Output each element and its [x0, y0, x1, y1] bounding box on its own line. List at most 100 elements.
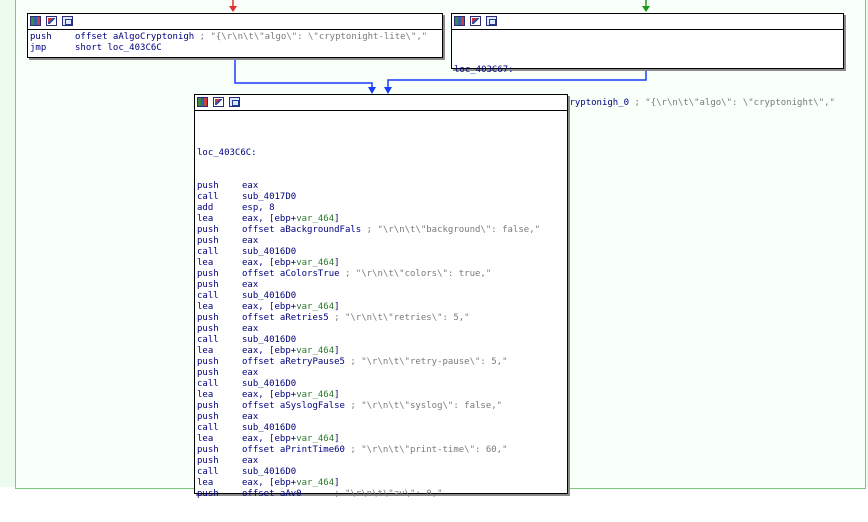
operand[interactable]: offset aAv0 [242, 489, 302, 500]
graph-icon[interactable] [486, 16, 497, 26]
code-line[interactable]: lea eax, [ebp+var_464] [197, 390, 540, 401]
code-line[interactable]: call sub_4016D0 [197, 335, 540, 346]
block-label[interactable]: loc_403C6C: [197, 148, 540, 159]
edit-icon[interactable] [213, 97, 224, 107]
mnemonic: push [197, 445, 219, 455]
operand[interactable]: eax, [ebp+var_464] [242, 214, 340, 225]
operand[interactable]: offset aRetries5 [242, 313, 329, 324]
colors-icon[interactable] [454, 16, 465, 26]
operand[interactable]: eax [242, 368, 258, 379]
graph-icon[interactable] [62, 16, 73, 26]
code-line[interactable]: lea eax, [ebp+var_464] [197, 258, 540, 269]
code-line[interactable]: call sub_4016D0 [197, 379, 540, 390]
code-line[interactable]: jmp short loc_403C6C [30, 43, 427, 54]
mnemonic: call [197, 291, 219, 301]
code-line[interactable]: push eax [197, 368, 540, 379]
code-line[interactable]: call sub_4017D0 [197, 192, 540, 203]
operand[interactable]: eax [242, 236, 258, 247]
code-listing: push offset aAlgoCryptonigh ; "{\r\n\t\"a… [30, 32, 427, 54]
code-line[interactable]: lea eax, [ebp+var_464] [197, 478, 540, 489]
code-line[interactable]: call sub_4016D0 [197, 247, 540, 258]
colors-icon[interactable] [30, 16, 41, 26]
operand[interactable]: eax, [ebp+var_464] [242, 434, 340, 445]
stack-variable[interactable]: var_464 [296, 390, 334, 400]
operand[interactable]: sub_4016D0 [242, 291, 296, 302]
operand[interactable]: sub_4016D0 [242, 467, 296, 478]
operand[interactable]: offset aSyslogFalse [242, 401, 345, 412]
code-line[interactable]: add esp, 8 [197, 203, 540, 214]
operand[interactable]: eax [242, 280, 258, 291]
operand[interactable]: esp, 8 [242, 203, 275, 214]
operand[interactable]: eax, [ebp+var_464] [242, 346, 340, 357]
block-label[interactable]: loc_403C67: [454, 65, 835, 76]
code-line[interactable]: push eax [197, 280, 540, 291]
operand[interactable]: offset aBackgroundFals [242, 225, 361, 236]
operand[interactable]: sub_4016D0 [242, 423, 296, 434]
operand[interactable]: eax, [ebp+var_464] [242, 258, 340, 269]
stack-variable[interactable]: var_464 [296, 214, 334, 224]
operand[interactable]: sub_4016D0 [242, 335, 296, 346]
code-block-right[interactable]: loc_403C67: pushcffset aAlgoCryptonigh_0… [451, 13, 844, 108]
operand[interactable]: offset aColorsTrue [242, 269, 340, 280]
mnemonic: push [197, 313, 219, 323]
code-line[interactable]: lea eax, [ebp+var_464] [197, 214, 540, 225]
operand[interactable]: offset aRetryPause5 [242, 357, 345, 368]
mnemonic: call [197, 467, 219, 477]
edge-left-to-main [234, 58, 373, 90]
code-block-left[interactable]: push offset aAlgoCryptonigh ; "{\r\n\t\"a… [27, 13, 443, 58]
stack-variable[interactable]: var_464 [296, 302, 334, 312]
code-line[interactable]: push offset aColorsTrue ; "\r\n\t\"colors… [197, 269, 540, 280]
stack-variable[interactable]: var_464 [296, 258, 334, 268]
code-line[interactable]: lea eax, [ebp+var_464] [197, 434, 540, 445]
block-header [28, 14, 442, 30]
graph-icon[interactable] [229, 97, 240, 107]
comment: ; "\r\n\t\"print-time\": 60," [344, 445, 508, 455]
mnemonic: push [197, 401, 219, 411]
mnemonic: push [197, 368, 219, 378]
code-block-main[interactable]: loc_403C6C: push eax call sub_4017D0 add esp,… [194, 94, 568, 499]
code-line[interactable]: call sub_4016D0 [197, 291, 540, 302]
operand[interactable]: offset aPrintTime60 [242, 445, 345, 456]
code-line[interactable]: push offset aSyslogFalse ; "\r\n\t\"syslo… [197, 401, 540, 412]
code-line[interactable]: push eax [197, 324, 540, 335]
operand[interactable]: eax [242, 324, 258, 335]
operand[interactable]: eax [242, 412, 258, 423]
operand[interactable]: offset aAlgoCryptonigh [75, 32, 194, 43]
operand[interactable]: sub_4016D0 [242, 247, 296, 258]
code-line[interactable]: push eax [197, 236, 540, 247]
code-line[interactable]: lea eax, [ebp+var_464] [197, 302, 540, 313]
code-line[interactable]: push offset aPrintTime60 ; "\r\n\t\"print… [197, 445, 540, 456]
code-line[interactable]: push offset aBackgroundFals ; "\r\n\t\"ba… [197, 225, 540, 236]
block-header [452, 14, 843, 30]
code-line[interactable]: push eax [197, 412, 540, 423]
code-line[interactable]: push offset aRetries5 ; "\r\n\t\"retries\… [197, 313, 540, 324]
mnemonic: push [197, 456, 219, 466]
operand[interactable]: sub_4017D0 [242, 192, 296, 203]
stack-variable[interactable]: var_464 [296, 434, 334, 444]
operand[interactable]: short loc_403C6C [75, 43, 162, 54]
comment: ; "\r\n\t\"retries\": 5," [328, 313, 470, 323]
operand[interactable]: eax [242, 181, 258, 192]
code-line[interactable]: call sub_4016D0 [197, 423, 540, 434]
mnemonic: push [197, 412, 219, 422]
code-line[interactable]: push eax [197, 456, 540, 467]
operand[interactable]: eax, [ebp+var_464] [242, 478, 340, 489]
edge-red-arrow [229, 6, 237, 12]
code-line[interactable]: call sub_4016D0 [197, 467, 540, 478]
comment: ; "{\r\n\t\"algo\": \"cryptonight-lite\"… [194, 32, 428, 42]
stack-variable[interactable]: var_464 [296, 346, 334, 356]
operand[interactable]: eax [242, 456, 258, 467]
operand[interactable]: eax, [ebp+var_464] [242, 390, 340, 401]
operand[interactable]: eax, [ebp+var_464] [242, 302, 340, 313]
code-line[interactable]: lea eax, [ebp+var_464] [197, 346, 540, 357]
mnemonic: call [197, 247, 219, 257]
mnemonic: push [197, 280, 219, 290]
colors-icon[interactable] [197, 97, 208, 107]
code-line[interactable]: push offset aAv0 ; "\r\n\t\"av\": 0," [197, 489, 540, 500]
operand[interactable]: sub_4016D0 [242, 379, 296, 390]
edit-icon[interactable] [46, 16, 57, 26]
code-line[interactable]: push eax [197, 181, 540, 192]
code-line[interactable]: push offset aRetryPause5 ; "\r\n\t\"retry… [197, 357, 540, 368]
edit-icon[interactable] [470, 16, 481, 26]
code-line[interactable]: push offset aAlgoCryptonigh ; "{\r\n\t\"a… [30, 32, 427, 43]
